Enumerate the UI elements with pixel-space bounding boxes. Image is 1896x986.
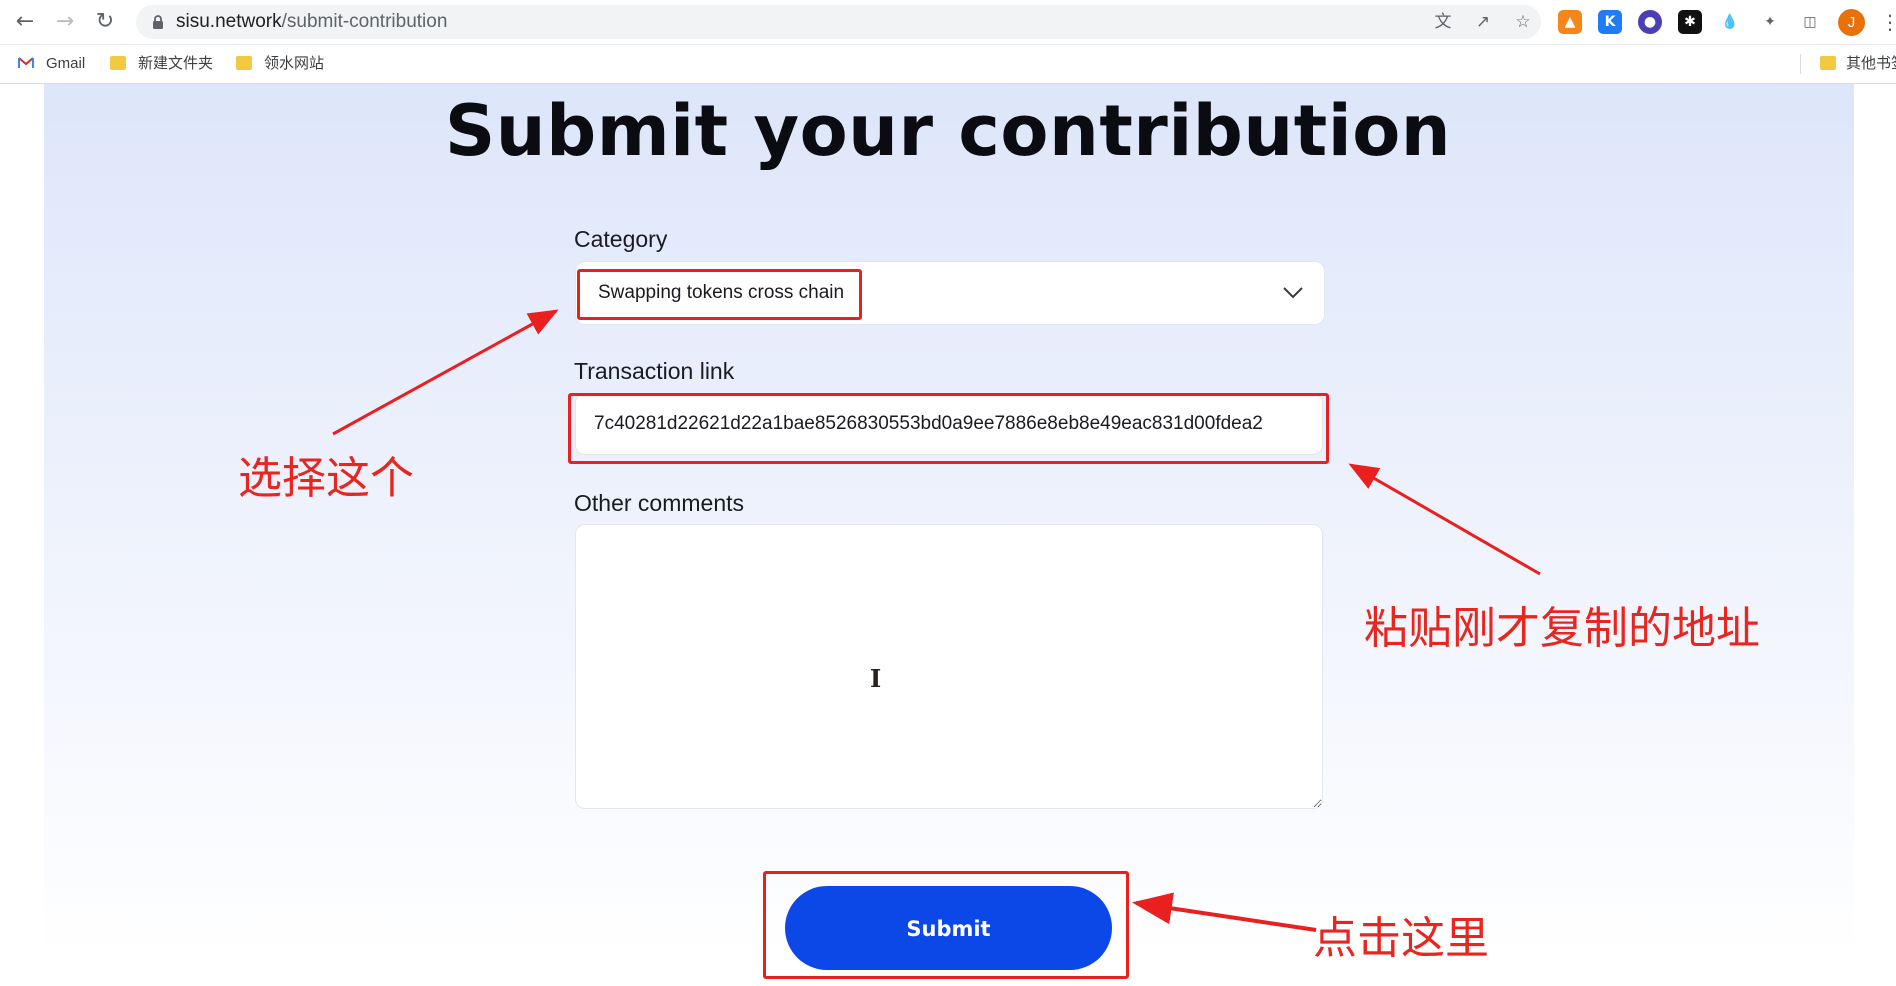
annotation-paste-address: 粘贴刚才复制的地址 bbox=[1364, 603, 1760, 654]
arrow-to-transaction bbox=[1348, 463, 1541, 576]
annotation-click-here: 点击这里 bbox=[1313, 913, 1489, 964]
arrow-to-submit bbox=[1132, 892, 1317, 932]
arrow-to-category bbox=[332, 309, 559, 436]
annotation-select-this: 选择这个 bbox=[238, 453, 414, 504]
